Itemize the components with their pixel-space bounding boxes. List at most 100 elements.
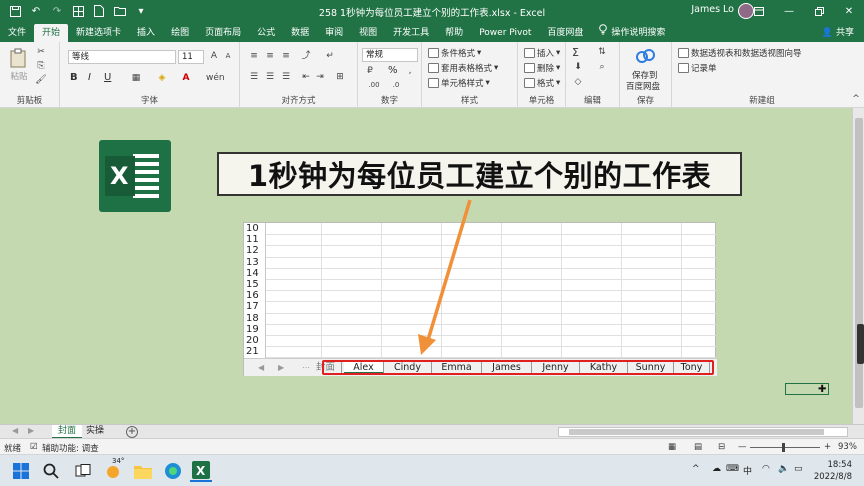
- bold-button[interactable]: B: [70, 72, 78, 83]
- decrease-decimal-icon[interactable]: .0: [390, 80, 402, 91]
- zoom-slider-thumb[interactable]: [782, 443, 785, 452]
- insert-cells-button[interactable]: 插入 ▾: [524, 47, 560, 59]
- sort-filter-icon[interactable]: ⇅: [596, 47, 608, 58]
- close-icon[interactable]: ✕: [834, 0, 864, 22]
- excel-taskbar-icon[interactable]: X: [190, 460, 212, 482]
- align-bottom-icon[interactable]: ≡: [280, 51, 292, 62]
- page-break-view-icon[interactable]: ⊟: [718, 442, 725, 452]
- border-icon[interactable]: ▦: [130, 73, 142, 84]
- normal-view-icon[interactable]: ▦: [668, 442, 676, 452]
- share-button[interactable]: 👤 共享: [822, 25, 854, 38]
- tab-help[interactable]: 帮助: [437, 24, 471, 42]
- zoom-slider[interactable]: [750, 447, 820, 448]
- paste-button[interactable]: 粘贴: [10, 48, 28, 82]
- orientation-icon[interactable]: ⤴: [300, 51, 312, 62]
- zoom-in-button[interactable]: +: [824, 442, 831, 452]
- accessibility-icon[interactable]: ☑: [30, 442, 38, 452]
- add-sheet-icon[interactable]: +: [126, 426, 138, 438]
- font-color-icon[interactable]: A: [180, 73, 192, 84]
- file-explorer-icon[interactable]: [132, 460, 154, 482]
- tab-file[interactable]: 文件: [0, 24, 34, 42]
- tray-cloud-icon[interactable]: ☁: [712, 464, 721, 474]
- tray-keyboard-icon[interactable]: ⌨: [726, 464, 739, 474]
- scroll-tabs-right-icon[interactable]: ▶: [28, 426, 34, 435]
- collapse-ribbon-icon[interactable]: ^: [850, 94, 862, 105]
- align-top-icon[interactable]: ≡: [248, 51, 260, 62]
- cell-styles-button[interactable]: 单元格样式 ▾: [428, 77, 490, 89]
- tray-chevron-icon[interactable]: ^: [692, 464, 700, 474]
- minimize-icon[interactable]: —: [774, 0, 804, 22]
- format-cells-button[interactable]: 格式 ▾: [524, 77, 560, 89]
- tab-page-layout[interactable]: 页面布局: [197, 24, 249, 42]
- tell-me-search[interactable]: 操作说明搜索: [591, 24, 673, 42]
- accessibility-status[interactable]: 辅助功能: 调查: [42, 442, 99, 454]
- vertical-scrollbar[interactable]: [852, 108, 864, 424]
- merge-center-icon[interactable]: ⊞: [334, 72, 346, 83]
- baidu-cloud-icon[interactable]: [635, 48, 657, 64]
- clear-icon[interactable]: ◇: [572, 77, 584, 88]
- tab-formulas[interactable]: 公式: [249, 24, 283, 42]
- redo-icon[interactable]: ↷: [50, 4, 64, 18]
- scroll-tabs-left-icon[interactable]: ◀: [12, 426, 18, 435]
- record-form-button[interactable]: 记录单: [678, 62, 717, 74]
- vertical-scroll-thumb[interactable]: [855, 118, 863, 408]
- font-name-select[interactable]: 等线: [68, 50, 176, 64]
- task-view-icon[interactable]: [72, 460, 94, 482]
- fill-color-icon[interactable]: ◈: [156, 73, 168, 84]
- restore-icon[interactable]: [804, 0, 834, 22]
- pivot-wizard-button[interactable]: 数据透视表和数据透视图向导: [678, 47, 802, 59]
- search-icon[interactable]: [40, 460, 62, 482]
- percent-button[interactable]: %: [388, 65, 398, 76]
- delete-cells-button[interactable]: 删除 ▾: [524, 62, 560, 74]
- volume-icon[interactable]: 🔈: [778, 464, 789, 474]
- cut-icon[interactable]: ✂: [35, 47, 47, 58]
- copy-icon[interactable]: ⎘: [35, 61, 47, 72]
- tab-baidu[interactable]: 百度网盘: [539, 24, 591, 42]
- tab-draw[interactable]: 绘图: [163, 24, 197, 42]
- italic-button[interactable]: I: [88, 72, 91, 83]
- user-name[interactable]: James Lo: [691, 4, 734, 15]
- find-select-icon[interactable]: ⌕: [596, 62, 608, 73]
- new-file-icon[interactable]: [92, 4, 106, 18]
- sheet-tab-cover[interactable]: 封面: [52, 425, 83, 439]
- comma-style-icon[interactable]: ,: [404, 66, 416, 77]
- edge-browser-icon[interactable]: [162, 460, 184, 482]
- fill-icon[interactable]: ⬇: [572, 62, 584, 73]
- page-layout-view-icon[interactable]: ▤: [694, 442, 702, 452]
- format-painter-icon[interactable]: 🖌: [35, 75, 47, 86]
- open-file-icon[interactable]: [113, 4, 127, 18]
- zoom-out-button[interactable]: —: [738, 442, 747, 452]
- clock[interactable]: 18:54 2022/8/8: [814, 459, 852, 483]
- save-icon[interactable]: [8, 4, 22, 18]
- start-icon[interactable]: [10, 460, 32, 482]
- tab-home[interactable]: 开始: [34, 24, 69, 42]
- align-center-icon[interactable]: ☰: [264, 72, 276, 83]
- sheet-tab-practice[interactable]: 实操: [80, 425, 110, 439]
- tab-new[interactable]: 新建选项卡: [68, 24, 129, 42]
- indent-increase-icon[interactable]: ⇥: [314, 72, 326, 83]
- tab-data[interactable]: 数据: [283, 24, 317, 42]
- tab-insert[interactable]: 插入: [129, 24, 163, 42]
- underline-button[interactable]: U: [104, 72, 111, 83]
- align-right-icon[interactable]: ☰: [280, 72, 292, 83]
- ribbon-display-icon[interactable]: [744, 0, 774, 22]
- tab-developer[interactable]: 开发工具: [385, 24, 437, 42]
- grow-font-icon[interactable]: A: [208, 51, 220, 62]
- align-left-icon[interactable]: ☰: [248, 72, 260, 83]
- tab-review[interactable]: 审阅: [317, 24, 351, 42]
- shrink-font-icon[interactable]: A: [222, 51, 234, 62]
- currency-icon[interactable]: ₽: [364, 66, 376, 77]
- format-as-table-button[interactable]: 套用表格格式 ▾: [428, 62, 498, 74]
- wifi-icon[interactable]: ◠: [762, 464, 770, 474]
- align-middle-icon[interactable]: ≡: [264, 51, 276, 62]
- indent-decrease-icon[interactable]: ⇤: [300, 72, 312, 83]
- increase-decimal-icon[interactable]: .00: [368, 80, 380, 91]
- undo-icon[interactable]: ↶: [29, 4, 43, 18]
- font-size-select[interactable]: 11: [178, 50, 204, 64]
- tab-view[interactable]: 视图: [351, 24, 385, 42]
- grid-icon[interactable]: [71, 4, 85, 18]
- phonetic-icon[interactable]: wén: [206, 73, 225, 84]
- autosum-button[interactable]: Σ: [572, 46, 579, 59]
- wrap-text-icon[interactable]: ↵: [324, 51, 336, 62]
- input-language[interactable]: 中: [743, 464, 752, 477]
